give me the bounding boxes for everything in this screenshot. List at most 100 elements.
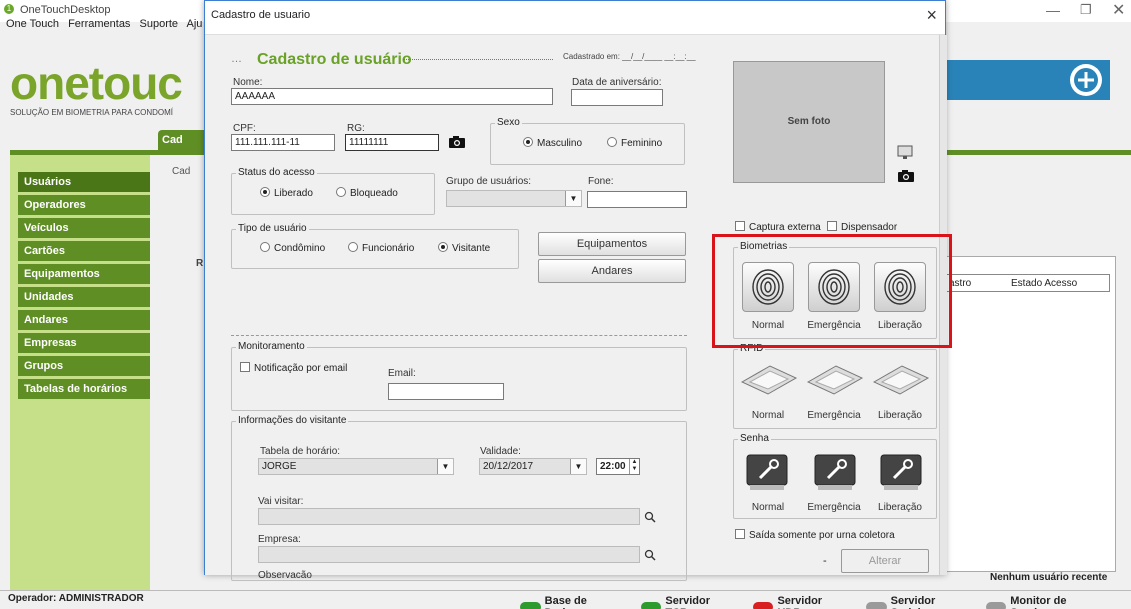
- sexo-feminino-radio[interactable]: Feminino: [607, 137, 662, 149]
- behind-cad-label: Cad: [172, 166, 191, 177]
- menu-onetouch[interactable]: One Touch: [6, 18, 59, 30]
- status-bloqueado-radio[interactable]: Bloqueado: [336, 187, 398, 199]
- separator: [231, 335, 687, 336]
- email-label: Email:: [388, 368, 416, 379]
- radio-selected-icon: [438, 242, 448, 252]
- sidebar-item-veiculos[interactable]: Veículos: [18, 218, 150, 238]
- vai-visitar-input[interactable]: [258, 508, 640, 525]
- status-acesso-group: Status do acesso Liberado Bloqueado: [231, 167, 435, 215]
- keypad-icon[interactable]: [880, 454, 922, 492]
- rfid-reader-icon[interactable]: [740, 362, 798, 396]
- rfid-reader-icon[interactable]: [872, 362, 930, 396]
- status-legend: Status do acesso: [236, 167, 317, 178]
- alterar-button[interactable]: Alterar: [841, 549, 929, 573]
- logo-text: onetouc: [10, 57, 183, 109]
- menu-ferramentas[interactable]: Ferramentas: [68, 18, 130, 30]
- grupo-select[interactable]: ▼: [446, 190, 582, 207]
- search-icon[interactable]: [644, 549, 656, 561]
- rfid-emergencia-label: Emergência: [807, 410, 861, 421]
- col-cadastro[interactable]: astro: [949, 278, 971, 289]
- led-icon: [752, 602, 774, 609]
- dispensador-checkbox[interactable]: Dispensador: [827, 221, 897, 233]
- andares-button[interactable]: Andares: [538, 259, 686, 283]
- aniversario-label: Data de aniversário:: [572, 77, 662, 88]
- tipo-condomino-radio[interactable]: Condômino: [260, 242, 325, 254]
- behind-table-background: [946, 256, 1116, 572]
- sidebar-item-usuarios[interactable]: Usuários: [18, 172, 150, 192]
- sidebar-item-empresas[interactable]: Empresas: [18, 333, 150, 353]
- dialog-titlebar: Cadastro de usuario: [205, 1, 945, 35]
- nome-label: Nome:: [233, 77, 263, 88]
- cpf-input[interactable]: 111.111.111-11: [231, 134, 335, 151]
- checkbox-icon: [240, 362, 250, 372]
- empresa-input[interactable]: [258, 546, 640, 563]
- spinner-arrows-icon[interactable]: ▲ ▼: [629, 459, 639, 474]
- cadastrado-em: Cadastrado em: __/__/____ __:__:__: [563, 52, 696, 61]
- tab-cadastro[interactable]: Cad: [158, 130, 208, 150]
- status-servidor-serial: Servidor Serial: [866, 595, 964, 609]
- sidebar-item-unidades[interactable]: Unidades: [18, 287, 150, 307]
- status-base-dados: Base de Dados: [520, 595, 619, 609]
- monitor-icon[interactable]: [897, 145, 913, 161]
- tabela-horario-select[interactable]: JORGE ▼: [258, 458, 454, 475]
- photo-box: Sem foto: [733, 61, 885, 183]
- keypad-icon[interactable]: [746, 454, 788, 492]
- sidebar-item-operadores[interactable]: Operadores: [18, 195, 150, 215]
- close-window-icon[interactable]: ✕: [1112, 0, 1125, 20]
- hora-spinner[interactable]: 22:00 ▲ ▼: [596, 458, 640, 475]
- validade-select[interactable]: 20/12/2017 ▼: [479, 458, 587, 475]
- tipo-visitante-radio[interactable]: Visitante: [438, 242, 490, 254]
- sidebar-item-tabelas[interactable]: Tabelas de horários: [18, 379, 150, 399]
- fone-input[interactable]: [587, 191, 687, 208]
- rg-input[interactable]: 11111111: [345, 134, 439, 151]
- camera-icon[interactable]: [897, 169, 915, 183]
- nome-input[interactable]: AAAAAA: [231, 88, 553, 105]
- radio-icon: [260, 242, 270, 252]
- observacao-label: Observação: [258, 570, 312, 578]
- col-estado-acesso[interactable]: Estado Acesso: [1011, 278, 1077, 289]
- aniversario-input[interactable]: [571, 89, 663, 106]
- app-icon: 1: [4, 4, 14, 14]
- operator-label: Operador: ADMINISTRADOR: [8, 593, 144, 604]
- sexo-masculino-radio[interactable]: Masculino: [523, 137, 582, 149]
- status-servidor-tcp: Servidor TCP: [640, 595, 731, 609]
- email-input[interactable]: [388, 383, 504, 400]
- notificacao-email-checkbox[interactable]: Notificação por email: [240, 362, 347, 374]
- status-servidor-udp: Servidor UDP: [752, 595, 844, 609]
- users-table-header: astro Estado Acesso: [940, 274, 1110, 292]
- checkbox-icon: [735, 529, 745, 539]
- brand-logo: onetouc SOLUÇÃO EM BIOMETRIA PARA CONDOM…: [10, 57, 183, 117]
- main-menubar: One Touch Ferramentas Suporte Aju: [6, 18, 211, 34]
- menu-suporte[interactable]: Suporte: [140, 18, 179, 30]
- form-heading: Cadastro de usuário: [257, 51, 412, 68]
- sem-foto-label: Sem foto: [787, 116, 831, 127]
- status-liberado-radio[interactable]: Liberado: [260, 187, 313, 199]
- sexo-legend: Sexo: [495, 117, 522, 128]
- tipo-legend: Tipo de usuário: [236, 223, 309, 234]
- rfid-liberacao-label: Liberação: [878, 410, 922, 421]
- rfid-group: RFID Normal Emergência Liberação: [733, 343, 937, 429]
- sidebar-item-andares[interactable]: Andares: [18, 310, 150, 330]
- search-icon[interactable]: [644, 511, 656, 523]
- sidebar-item-grupos[interactable]: Grupos: [18, 356, 150, 376]
- checkbox-icon: [827, 221, 837, 231]
- chevron-down-icon: ▼: [570, 459, 586, 474]
- saida-urna-checkbox[interactable]: Saída somente por urna coletora: [735, 529, 895, 541]
- sidebar-item-cartoes[interactable]: Cartões: [18, 241, 150, 261]
- tipo-funcionario-radio[interactable]: Funcionário: [348, 242, 414, 254]
- rfid-reader-icon[interactable]: [806, 362, 864, 396]
- restore-icon[interactable]: ❐: [1080, 2, 1092, 18]
- equipamentos-button[interactable]: Equipamentos: [538, 232, 686, 256]
- minimize-icon[interactable]: —: [1046, 2, 1060, 18]
- camera-icon[interactable]: [448, 135, 466, 149]
- cpf-label: CPF:: [233, 123, 256, 134]
- status-indicators: Base de Dados Servidor TCP Servidor UDP …: [520, 595, 1131, 609]
- menu-ajuda[interactable]: Aju: [186, 18, 202, 30]
- status-monitor-servicos: Monitor de Servicos: [985, 595, 1109, 609]
- dash-label: -: [823, 555, 827, 567]
- keypad-icon[interactable]: [814, 454, 856, 492]
- captura-externa-checkbox[interactable]: Captura externa: [735, 221, 821, 233]
- dialog-title: Cadastro de usuario: [211, 9, 311, 21]
- close-icon[interactable]: ×: [926, 5, 937, 26]
- sidebar-item-equipamentos[interactable]: Equipamentos: [18, 264, 150, 284]
